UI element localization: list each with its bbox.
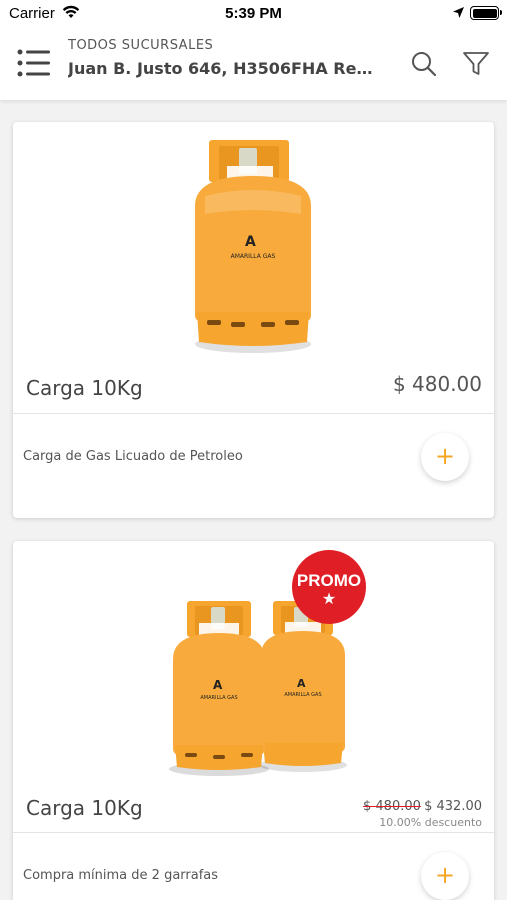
brand-logo-text: AMARILLA GAS xyxy=(231,253,276,260)
menu-icon[interactable] xyxy=(16,48,52,78)
gas-cylinder-image: A AMARILLA GAS xyxy=(195,140,311,353)
svg-text:A: A xyxy=(213,678,223,692)
product-description: Compra mínima de 2 garrafas xyxy=(23,868,219,883)
discounted-price: $ 432.00 xyxy=(424,799,482,814)
add-to-cart-button[interactable]: + xyxy=(421,852,469,900)
product-card[interactable]: A AMARILLA GAS Carga 10Kg $ 480.00 Carga… xyxy=(13,122,494,518)
svg-text:A: A xyxy=(245,234,256,250)
card-divider xyxy=(13,832,494,833)
svg-text:AMARILLA GAS: AMARILLA GAS xyxy=(284,692,321,698)
add-to-cart-button[interactable]: + xyxy=(421,433,469,481)
plus-icon: + xyxy=(434,442,456,470)
plus-icon: + xyxy=(434,861,456,889)
svg-text:A: A xyxy=(297,677,306,690)
battery-icon xyxy=(470,6,502,20)
product-name: Carga 10Kg xyxy=(26,376,143,400)
discount-label: 10.00% descuento xyxy=(379,816,482,829)
product-description: Carga de Gas Licuado de Petroleo xyxy=(23,449,243,464)
filter-icon[interactable] xyxy=(461,50,491,78)
search-icon[interactable] xyxy=(410,50,438,78)
promo-label: PROMO xyxy=(296,571,362,590)
brand-logo-text: AMARILLA GAS xyxy=(200,695,237,701)
app-header: TODOS SUCURSALES Juan B. Justo 646, H350… xyxy=(0,28,507,100)
product-price: $ 480.00 xyxy=(392,372,482,396)
location-arrow-icon xyxy=(453,7,464,18)
gas-cylinders-image: A AMARILLA GAS A AMARILLA GAS xyxy=(169,601,347,776)
status-bar: Carrier 5:39 PM xyxy=(0,0,507,28)
branch-label: TODOS SUCURSALES xyxy=(68,38,214,53)
product-card[interactable]: A AMARILLA GAS A AMARILLA GAS PROMO ★ Ca… xyxy=(13,541,494,900)
clock: 5:39 PM xyxy=(225,5,282,22)
product-name: Carga 10Kg xyxy=(26,796,143,820)
star-icon: ★ xyxy=(321,589,337,608)
promo-badge: PROMO ★ xyxy=(292,550,366,624)
original-price: $ 480.00 xyxy=(363,799,421,814)
branch-address-selector[interactable]: Juan B. Justo 646, H3506FHA Resistencia xyxy=(68,59,380,78)
card-divider xyxy=(13,413,494,414)
